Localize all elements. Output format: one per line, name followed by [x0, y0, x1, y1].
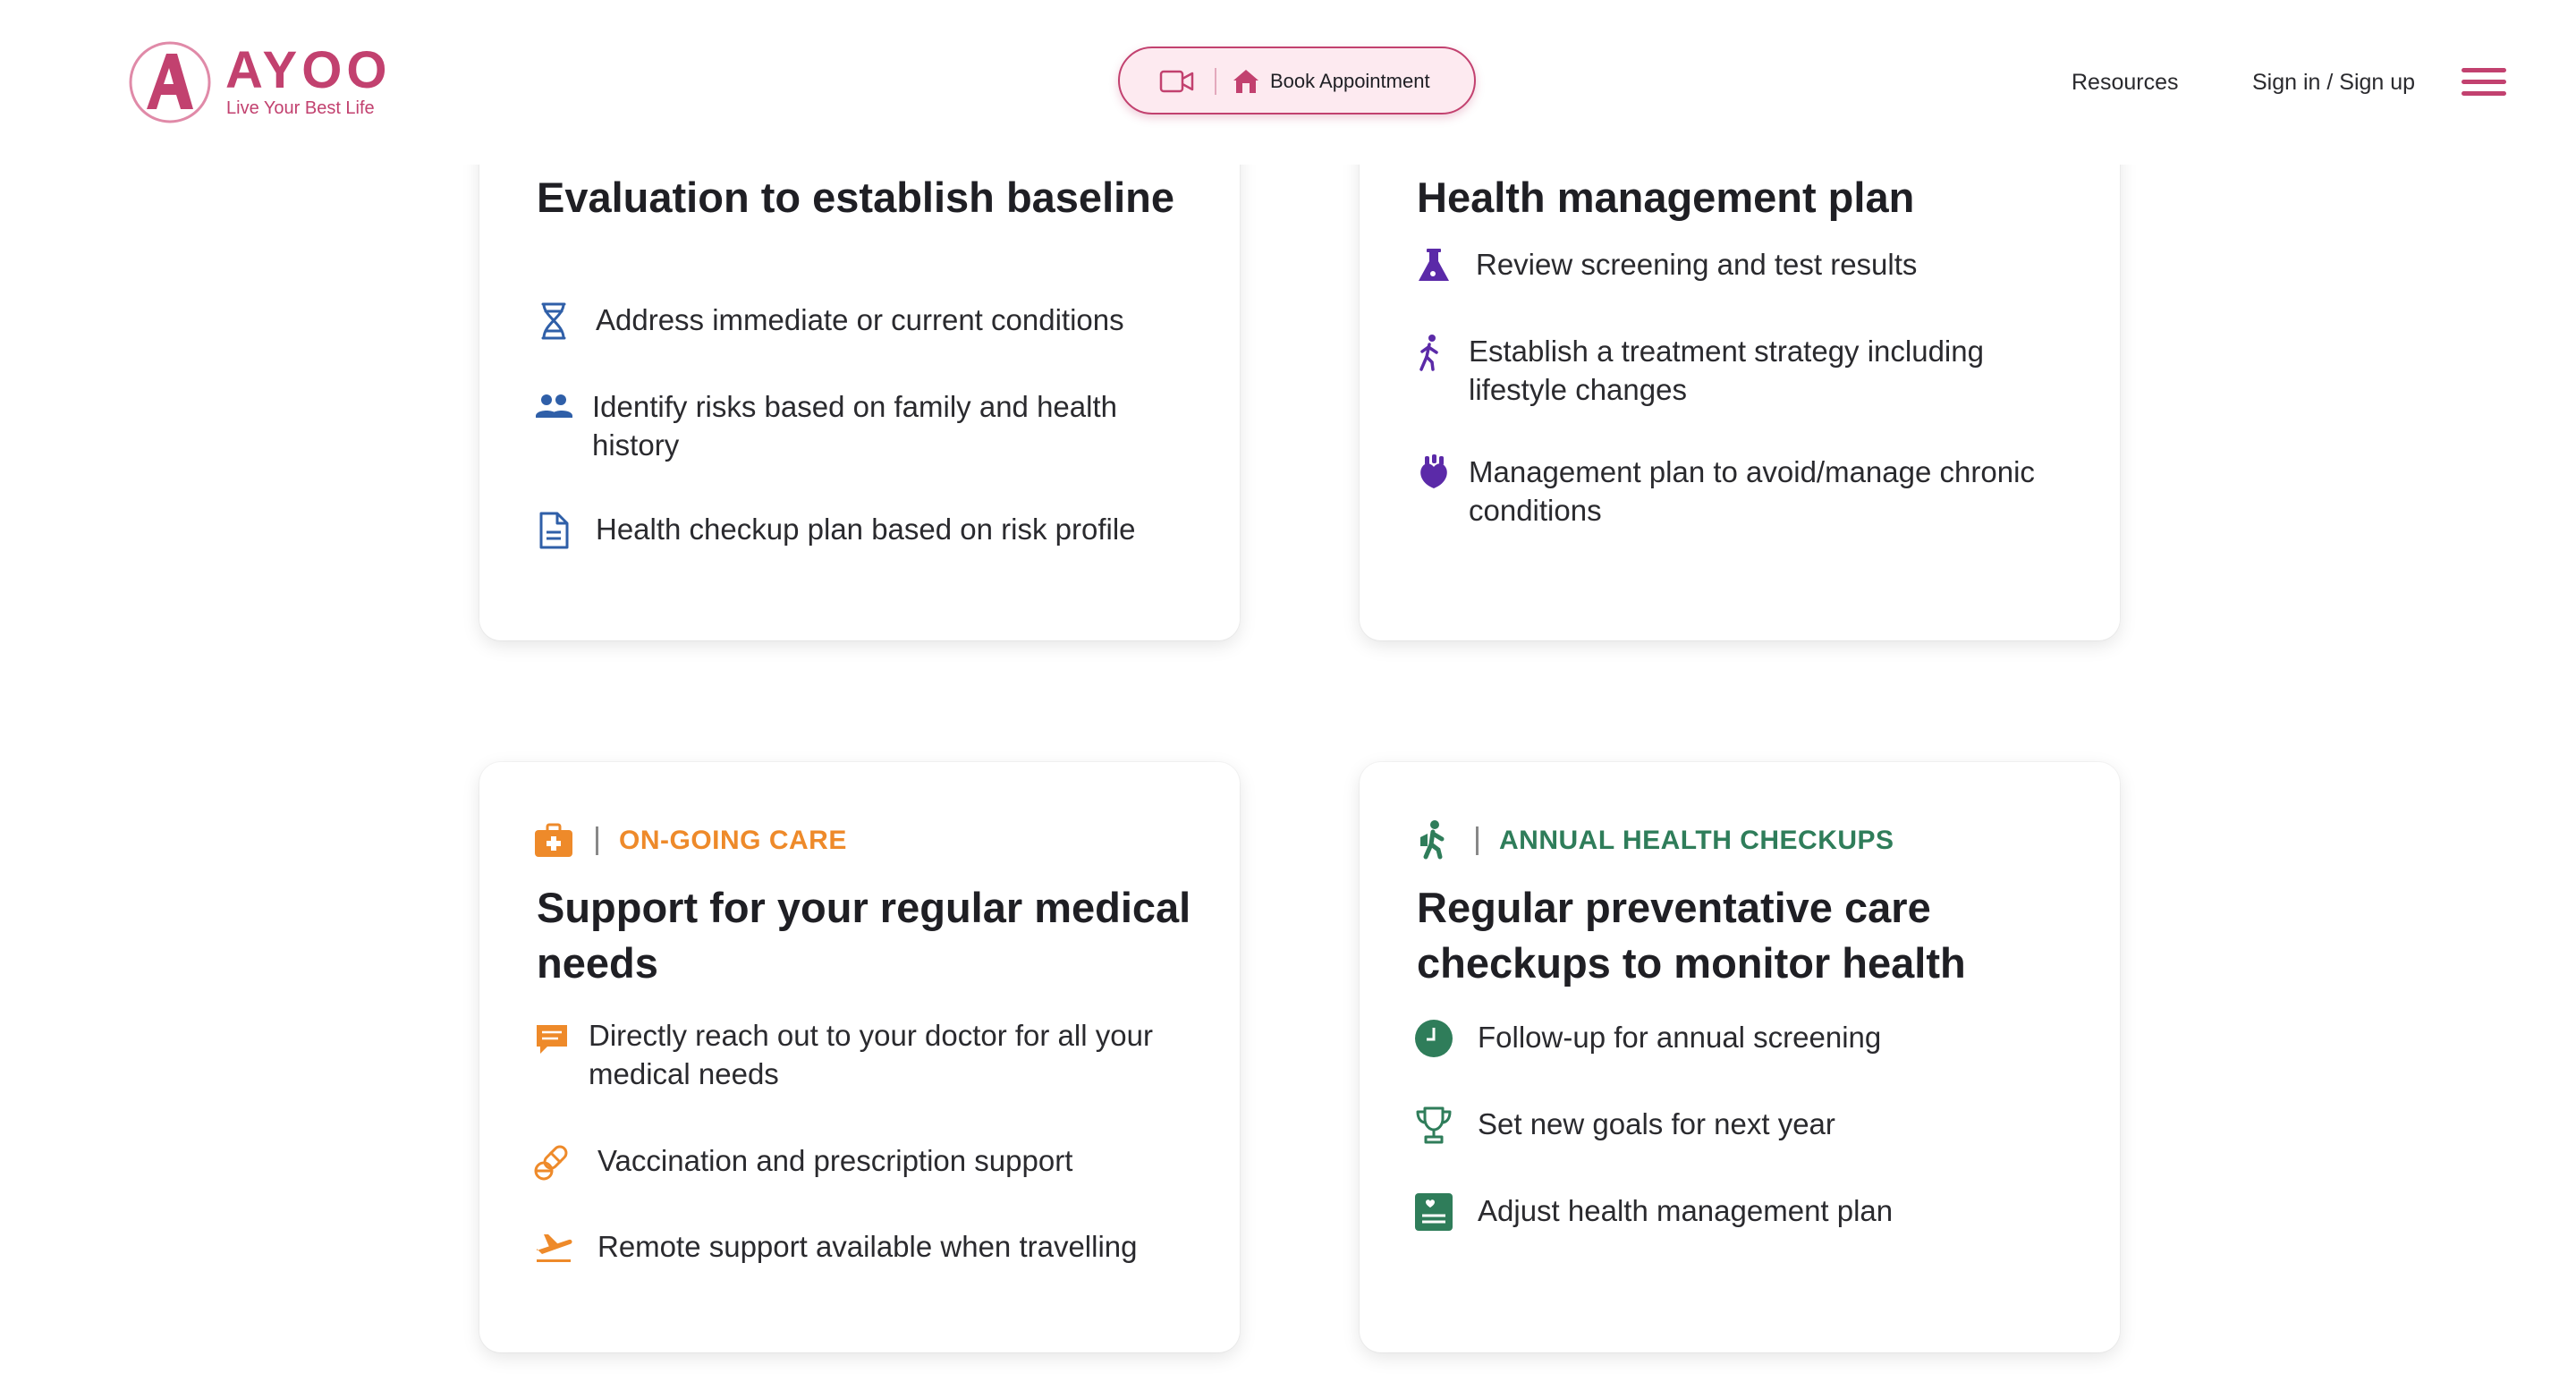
category-label: ANNUAL HEALTH CHECKUPS — [1499, 826, 1894, 855]
people-icon — [533, 387, 574, 428]
list-item-text: Health checkup plan based on risk profil… — [596, 513, 1136, 546]
card-title: Health management plan — [1417, 174, 1915, 221]
hiking-person-icon — [1413, 819, 1454, 865]
category-divider — [596, 826, 598, 855]
card-health-management: Health management plan Review screening … — [1360, 107, 2120, 640]
walking-person-icon — [1413, 332, 1454, 373]
pill-divider — [1215, 68, 1216, 95]
card-ongoing-care: ON-GOING CARE Support for your regular m… — [479, 762, 1240, 1352]
card-title: Evaluation to establish baseline — [537, 174, 1175, 221]
logo[interactable]: AYOO Live Your Best Life — [127, 39, 413, 129]
card-annual-checkups: ANNUAL HEALTH CHECKUPS Regular preventat… — [1360, 762, 2120, 1352]
list-item-text: Remote support available when travelling — [597, 1230, 1138, 1263]
list-item-text: Adjust health management plan — [1478, 1194, 1894, 1227]
category-row: ON-GOING CARE — [533, 819, 1159, 860]
list-item-text: Directly reach out to your doctor for al… — [589, 1019, 1153, 1090]
logo-name: AYOO — [225, 41, 392, 99]
card-evaluation-baseline: Evaluation to establish baseline Address… — [479, 107, 1240, 640]
nav-resources-link[interactable]: Resources — [2072, 68, 2179, 97]
site-header: AYOO Live Your Best Life Book Appointmen… — [0, 0, 2576, 165]
category-divider — [1476, 826, 1479, 855]
pills-icon — [533, 1141, 574, 1182]
card-title: Support for your regular medical needs — [537, 884, 1191, 987]
home-icon — [1231, 66, 1261, 101]
list-item-text: Follow-up for annual screening — [1478, 1021, 1882, 1054]
list-item-text: Management plan to avoid/manage chronic … — [1469, 455, 2035, 527]
book-appointment-label: Book Appointment — [1270, 70, 1430, 92]
document-icon — [533, 510, 574, 551]
list-item-text: Review screening and test results — [1476, 248, 1918, 281]
chat-icon — [533, 1020, 574, 1061]
list-item-text: Vaccination and prescription support — [597, 1144, 1073, 1177]
book-appointment-button[interactable]: Book Appointment — [1118, 47, 1476, 114]
flask-icon — [1413, 245, 1454, 286]
trophy-icon — [1413, 1105, 1454, 1146]
list-item-text: Address immediate or current conditions — [596, 303, 1124, 336]
category-label: ON-GOING CARE — [619, 826, 847, 855]
dna-icon — [533, 301, 574, 342]
heart-organ-icon — [1413, 453, 1454, 494]
hamburger-menu-icon[interactable] — [2462, 68, 2506, 98]
list-item-text: Set new goals for next year — [1478, 1107, 1835, 1140]
sign-in-link[interactable]: Sign in / Sign up — [2252, 68, 2415, 97]
video-camera-icon[interactable] — [1159, 68, 1195, 99]
clock-icon — [1413, 1018, 1454, 1059]
list-item-text: Identify risks based on family and healt… — [592, 390, 1117, 462]
logo-tagline: Live Your Best Life — [226, 98, 375, 118]
list-item-text: Establish a treatment strategy including… — [1469, 335, 1984, 406]
health-record-icon — [1413, 1191, 1454, 1233]
card-title: Regular preventative care checkups to mo… — [1417, 884, 1966, 987]
logo-mark-icon — [129, 41, 211, 123]
medical-kit-icon — [533, 819, 574, 865]
category-row: ANNUAL HEALTH CHECKUPS — [1413, 819, 2039, 860]
airplane-icon — [533, 1227, 574, 1268]
